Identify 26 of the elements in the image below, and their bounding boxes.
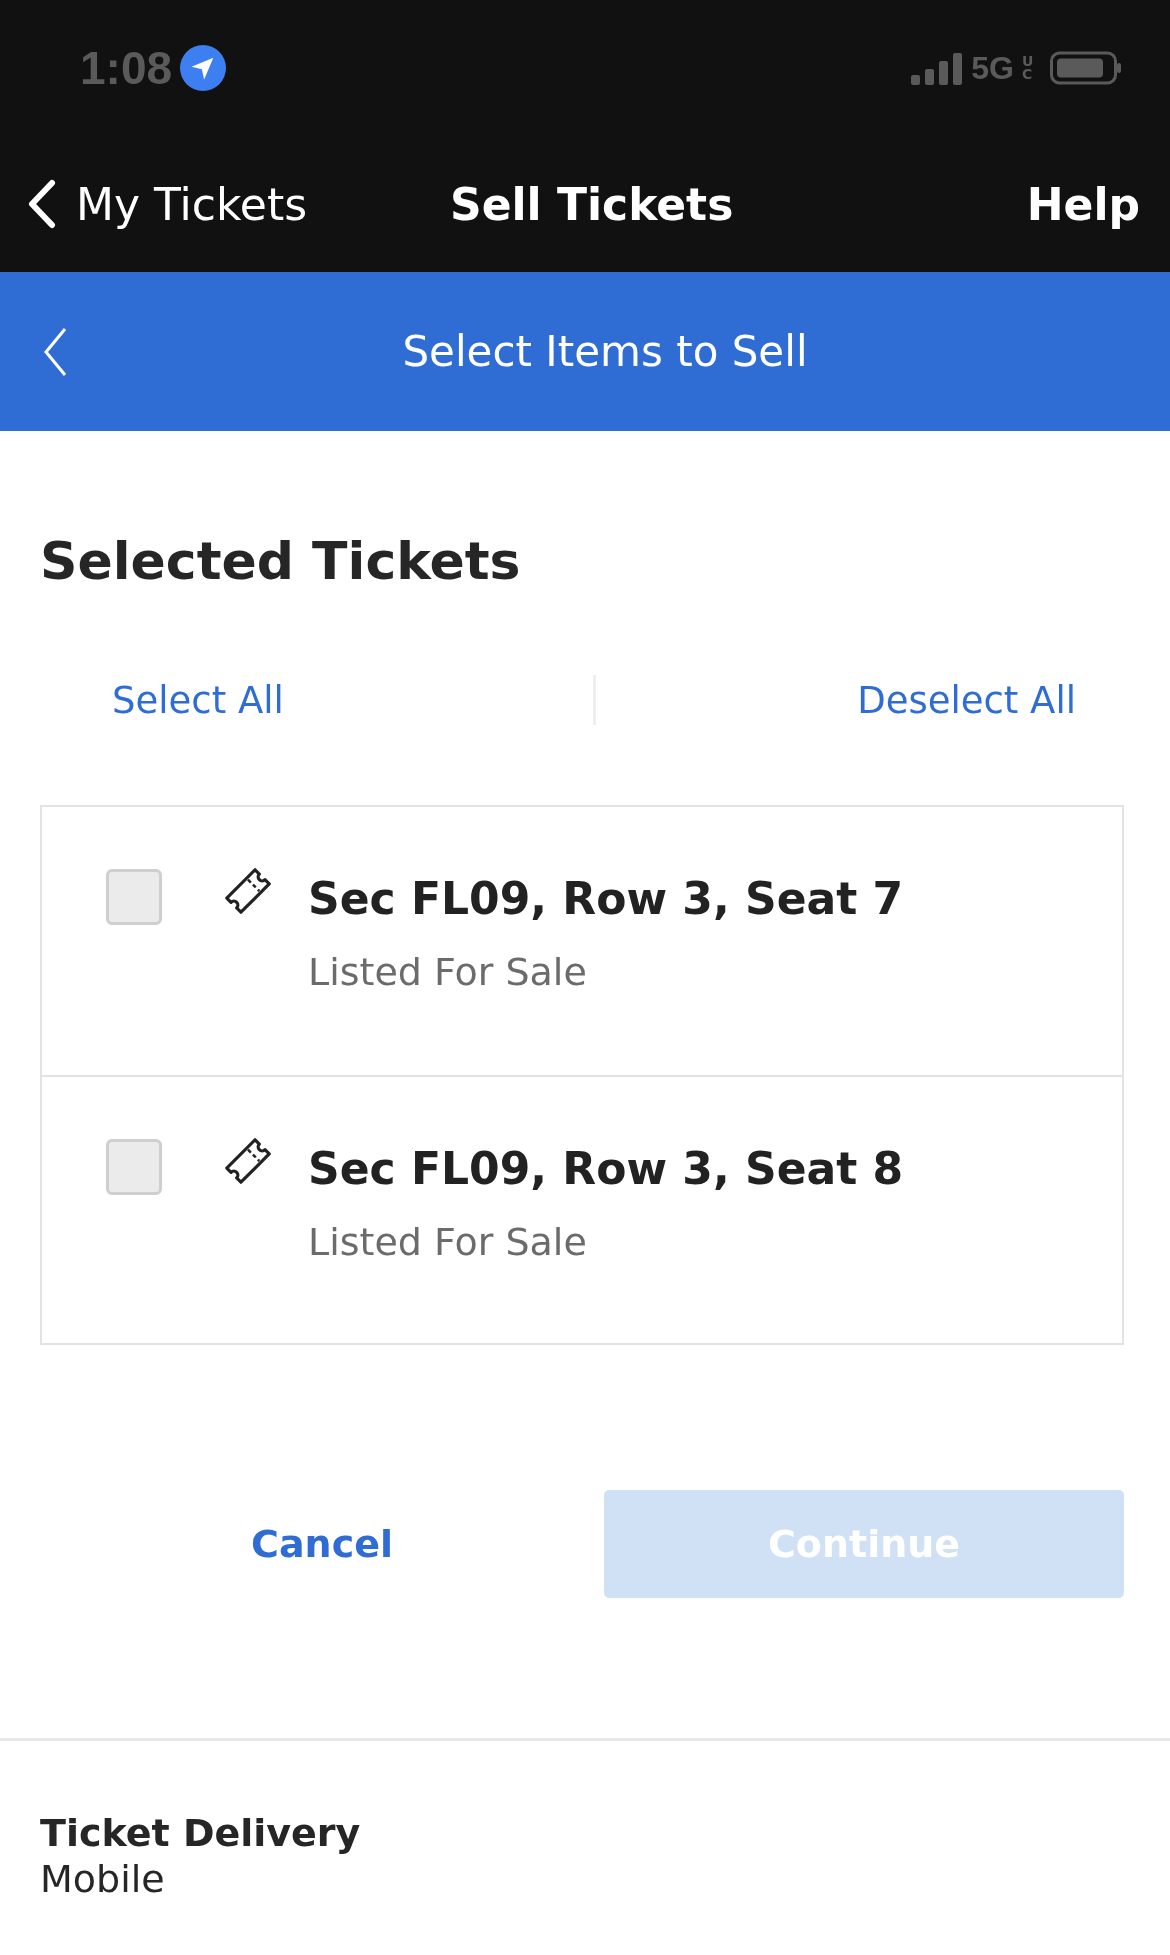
back-label: My Tickets xyxy=(76,178,308,230)
checkbox[interactable] xyxy=(106,1139,162,1195)
ticket-status: Listed For Sale xyxy=(308,1220,588,1264)
help-button[interactable]: Help xyxy=(1026,178,1140,230)
ticket-row[interactable]: Sec FL09, Row 3, Seat 7 Listed For Sale xyxy=(42,807,1122,1075)
header-title: Select Items to Sell xyxy=(402,327,808,376)
back-chevron-icon xyxy=(26,179,56,229)
delivery-value: Mobile xyxy=(40,1857,166,1901)
battery-icon xyxy=(1050,51,1122,85)
delivery-label: Ticket Delivery xyxy=(40,1811,362,1855)
cancel-button[interactable]: Cancel xyxy=(251,1522,393,1566)
back-button[interactable]: My Tickets xyxy=(26,178,308,230)
ticket-title: Sec FL09, Row 3, Seat 7 xyxy=(308,873,904,924)
status-time: 1:08 xyxy=(80,41,173,95)
deselect-all-link[interactable]: Deselect All xyxy=(857,678,1076,722)
checkbox[interactable] xyxy=(106,869,162,925)
network-type-label: UC xyxy=(1022,55,1034,81)
ticket-status: Listed For Sale xyxy=(308,950,588,994)
page-title: Sell Tickets xyxy=(450,178,734,230)
signal-icon xyxy=(911,51,964,85)
ticket-row[interactable]: Sec FL09, Row 3, Seat 8 Listed For Sale xyxy=(42,1075,1122,1343)
back-chevron-icon[interactable] xyxy=(42,325,68,378)
ticket-title: Sec FL09, Row 3, Seat 8 xyxy=(308,1143,904,1194)
network-label: 5G xyxy=(971,49,1014,87)
select-all-link[interactable]: Select All xyxy=(112,678,284,722)
section-title: Selected Tickets xyxy=(40,530,522,593)
